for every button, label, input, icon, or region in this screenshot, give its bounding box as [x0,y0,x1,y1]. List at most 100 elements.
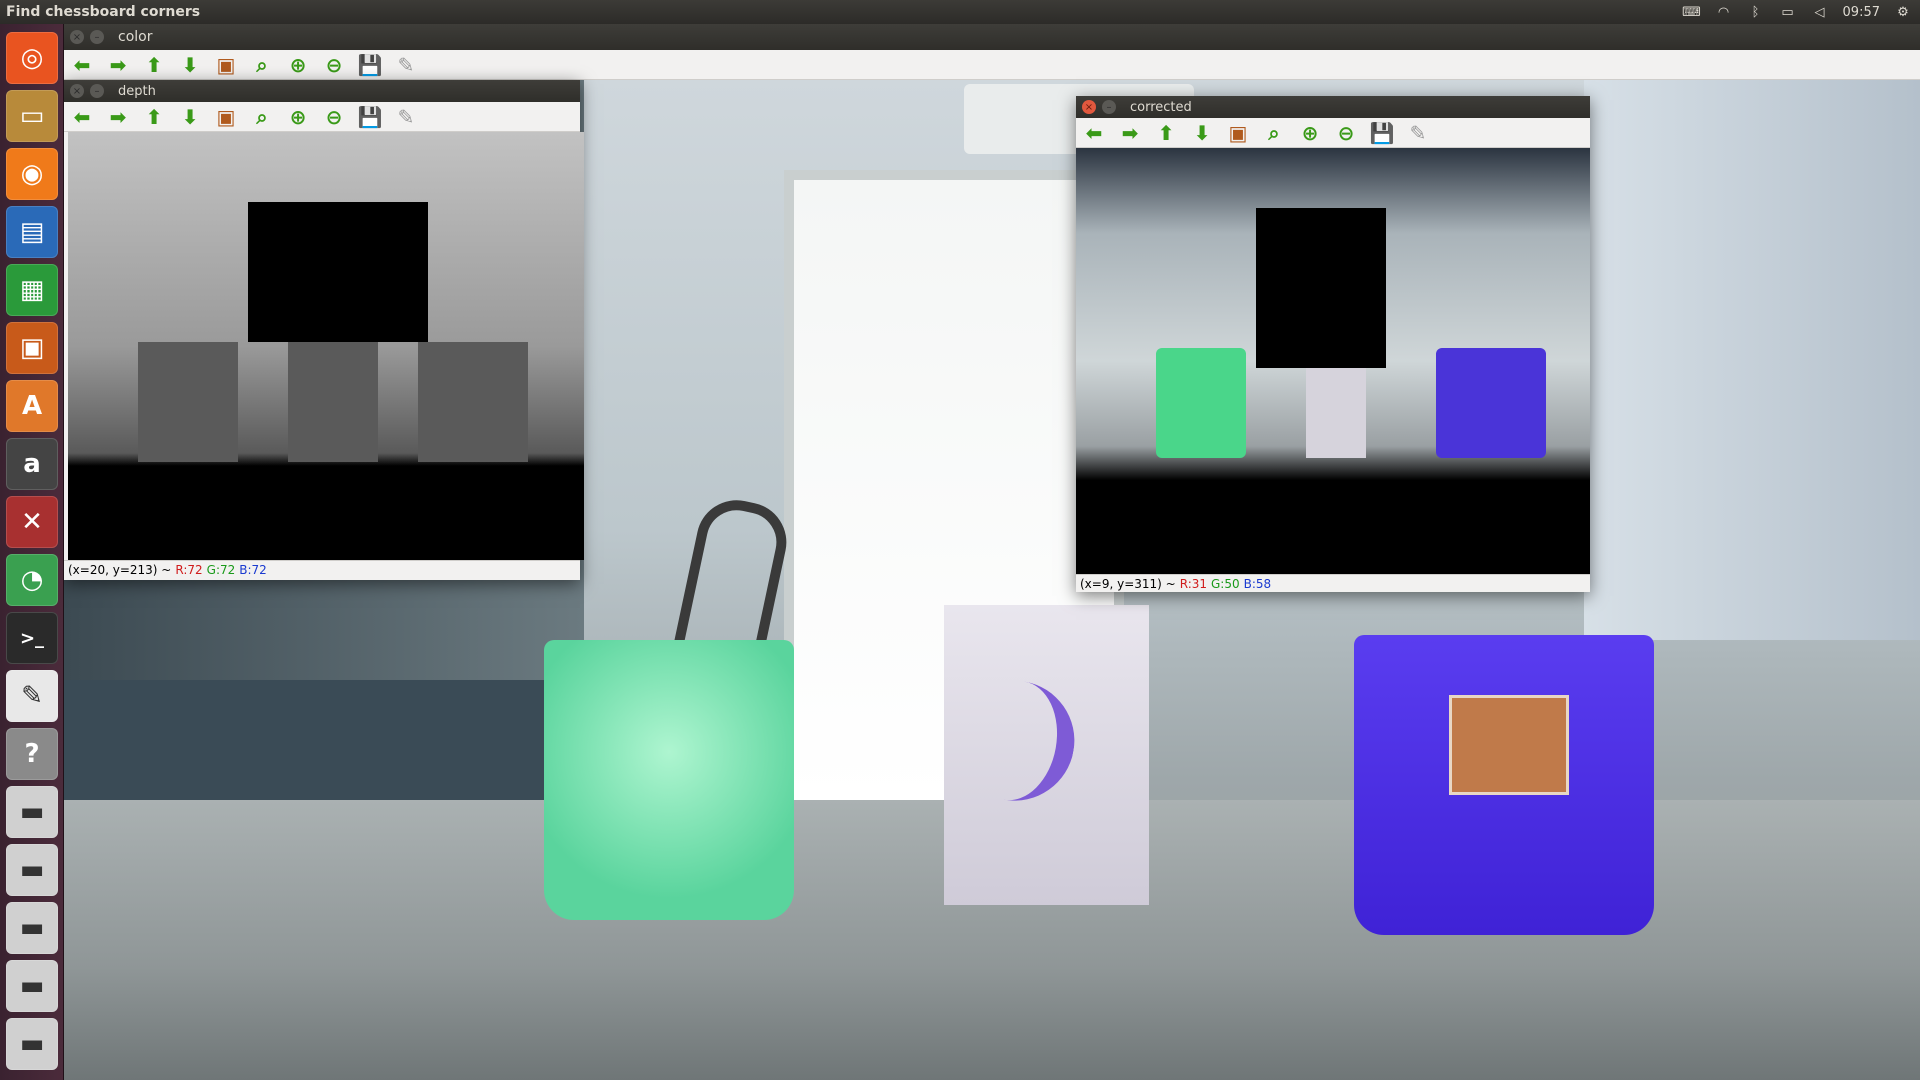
pan-down-button[interactable]: ⬇ [178,105,202,129]
corrected-titlebar[interactable]: × – corrected [1076,96,1590,118]
close-button[interactable]: × [1082,100,1096,114]
status-b: B:72 [239,562,267,577]
amazon-icon: a [23,449,41,479]
green-basket [544,640,794,920]
help-icon: ? [24,739,40,769]
volume-icon[interactable]: ◁ [1811,5,1829,20]
zoom-out-button[interactable]: ⊖ [322,105,346,129]
zoom-in-button[interactable]: ⊕ [286,53,310,77]
save-button[interactable]: 💾 [358,105,383,129]
save-button[interactable]: 💾 [1370,121,1395,145]
qt-app-icon: ◔ [20,565,44,595]
launcher-item-terminal[interactable]: >_ [6,612,58,664]
zoom-original-button[interactable]: ⌕ [1262,121,1286,145]
indicator-area: ⌨ ◠ ᛒ ▭ ◁ 09:57 ⚙ [1682,0,1912,24]
window-title: corrected [1130,99,1192,115]
depth-blob [288,342,378,462]
pan-right-button[interactable]: ➡ [1118,121,1142,145]
zoom-fit-button[interactable]: ▣ [214,53,238,77]
depth-titlebar[interactable]: × – depth [64,80,580,102]
status-r: R:31 [1179,576,1207,591]
ubuntu-dash-icon: ◎ [20,43,44,73]
properties-button[interactable]: ✎ [394,105,418,129]
launcher-item-amazon[interactable]: a [6,438,58,490]
window-title: color [118,29,153,45]
top-panel: Find chessboard corners ⌨ ◠ ᛒ ▭ ◁ 09:57 … [0,0,1920,24]
battery-icon[interactable]: ▭ [1779,5,1797,20]
zoom-original-button[interactable]: ⌕ [250,53,274,77]
zoom-out-button[interactable]: ⊖ [322,53,346,77]
files-icon: ▭ [19,101,45,131]
zoom-in-button[interactable]: ⊕ [1298,121,1322,145]
drive-3-icon: ▬ [19,913,45,943]
launcher-item-writer[interactable]: ▤ [6,206,58,258]
gear-icon[interactable]: ⚙ [1894,5,1912,20]
zoom-in-button[interactable]: ⊕ [286,105,310,129]
depth-hole [248,202,428,342]
launcher-item-help[interactable]: ? [6,728,58,780]
impress-icon: ▣ [19,333,45,363]
zoom-fit-button[interactable]: ▣ [1226,121,1250,145]
color-toolbar: ⬅ ➡ ⬆ ⬇ ▣ ⌕ ⊕ ⊖ 💾 ✎ [64,50,1920,80]
launcher-item-calc[interactable]: ▦ [6,264,58,316]
launcher-item-drive-2[interactable]: ▬ [6,844,58,896]
depth-status-bar: (x=20, y=213) ~ R:72 G:72 B:72 [64,560,580,578]
launcher-item-drive-3[interactable]: ▬ [6,902,58,954]
corrected-blue-bucket [1436,348,1546,458]
status-g: G:50 [1211,576,1240,591]
wifi-icon[interactable]: ◠ [1715,5,1733,20]
window-title: depth [118,83,156,99]
close-button[interactable]: × [70,30,84,44]
corrected-toolbar: ⬅ ➡ ⬆ ⬇ ▣ ⌕ ⊕ ⊖ 💾 ✎ [1076,118,1590,148]
launcher-item-firefox[interactable]: ◉ [6,148,58,200]
curtain [1584,80,1920,640]
keyboard-icon[interactable]: ⌨ [1682,5,1701,20]
clock[interactable]: 09:57 [1843,5,1880,20]
color-titlebar[interactable]: × – color [64,24,1920,50]
pan-up-button[interactable]: ⬆ [1154,121,1178,145]
drive-5-icon: ▬ [19,1029,45,1059]
launcher-item-files[interactable]: ▭ [6,90,58,142]
launcher-item-software-center[interactable]: A [6,380,58,432]
corrected-image[interactable] [1076,148,1590,574]
minimize-button[interactable]: – [90,84,104,98]
pan-up-button[interactable]: ⬆ [142,105,166,129]
launcher-item-text-editor[interactable]: ✎ [6,670,58,722]
save-button[interactable]: 💾 [358,53,383,77]
software-center-icon: A [21,391,43,421]
depth-image[interactable] [68,132,584,560]
corrected-window: × – corrected ⬅ ➡ ⬆ ⬇ ▣ ⌕ ⊕ ⊖ 💾 ✎ (x=9, y=311) ~ … [1076,96,1590,592]
minimize-button[interactable]: – [1102,100,1116,114]
launcher-item-qt-app[interactable]: ◔ [6,554,58,606]
pan-down-button[interactable]: ⬇ [178,53,202,77]
launcher-item-system-settings[interactable]: ✕ [6,496,58,548]
pan-up-button[interactable]: ⬆ [142,53,166,77]
minimize-button[interactable]: – [90,30,104,44]
close-button[interactable]: × [70,84,84,98]
zoom-out-button[interactable]: ⊖ [1334,121,1358,145]
pan-left-button[interactable]: ⬅ [1082,121,1106,145]
drive-4-icon: ▬ [19,971,45,1001]
launcher-item-drive-4[interactable]: ▬ [6,960,58,1012]
launcher-item-drive-5[interactable]: ▬ [6,1018,58,1070]
status-g: G:72 [206,562,236,577]
launcher-item-ubuntu-dash[interactable]: ◎ [6,32,58,84]
pan-left-button[interactable]: ⬅ [70,105,94,129]
zoom-fit-button[interactable]: ▣ [214,105,238,129]
bucket-label [1449,695,1569,795]
properties-button[interactable]: ✎ [1406,121,1430,145]
pan-left-button[interactable]: ⬅ [70,53,94,77]
status-coords: (x=20, y=213) ~ [68,562,172,577]
system-settings-icon: ✕ [21,507,43,537]
zoom-original-button[interactable]: ⌕ [250,105,274,129]
launcher-item-drive-1[interactable]: ▬ [6,786,58,838]
app-title: Find chessboard corners [6,4,201,20]
properties-button[interactable]: ✎ [394,53,418,77]
pan-right-button[interactable]: ➡ [106,105,130,129]
firefox-icon: ◉ [20,159,44,189]
pan-right-button[interactable]: ➡ [106,53,130,77]
pan-down-button[interactable]: ⬇ [1190,121,1214,145]
launcher-item-impress[interactable]: ▣ [6,322,58,374]
text-editor-icon: ✎ [21,681,43,711]
bluetooth-icon[interactable]: ᛒ [1747,5,1765,20]
